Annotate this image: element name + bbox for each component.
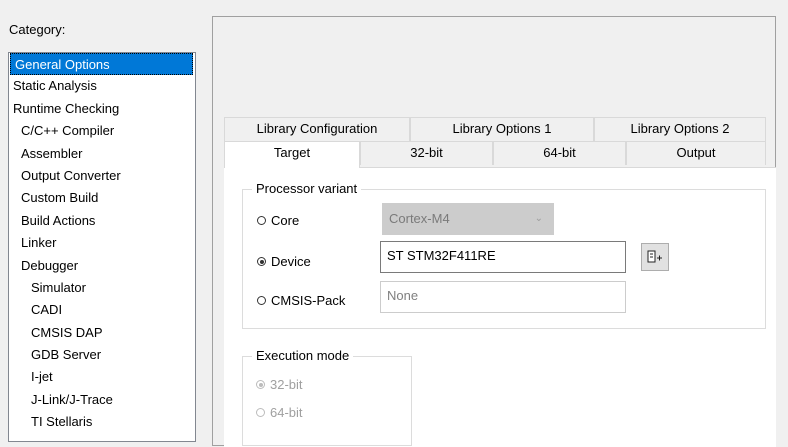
category-item-gdb-server[interactable]: GDB Server (9, 344, 195, 366)
execution-64-bit-label: 64-bit (270, 405, 303, 420)
device-select-icon (647, 250, 662, 263)
category-item-assembler[interactable]: Assembler (9, 143, 195, 165)
execution-mode-group (242, 356, 412, 446)
category-item-static-analysis[interactable]: Static Analysis (9, 75, 195, 97)
device-radio-label: Device (271, 254, 311, 269)
device-browse-button[interactable] (641, 243, 669, 271)
category-item-general-options[interactable]: General Options (10, 53, 193, 76)
execution-mode-title: Execution mode (252, 348, 354, 363)
core-radio[interactable]: Core (257, 213, 299, 228)
chevron-down-icon: ⌄ (534, 213, 543, 224)
category-item-jlink[interactable]: J-Link/J-Trace (9, 389, 195, 411)
device-field[interactable]: ST STM32F411RE (380, 241, 626, 273)
tab-library-options-1[interactable]: Library Options 1 (410, 117, 594, 141)
execution-64-bit-radio-button (256, 408, 265, 417)
category-item-cadi[interactable]: CADI (9, 299, 195, 321)
core-combobox: Cortex-M4 ⌄ (382, 203, 554, 235)
tab-library-options-2[interactable]: Library Options 2 (594, 117, 766, 141)
execution-32-bit-radio: 32-bit (256, 377, 303, 392)
core-combobox-value: Cortex-M4 (389, 211, 450, 226)
category-item-ti-stellaris[interactable]: TI Stellaris (9, 411, 195, 433)
cmsis-pack-field: None (380, 281, 626, 313)
execution-32-bit-radio-button (256, 380, 265, 389)
execution-64-bit-radio: 64-bit (256, 405, 303, 420)
tab-64-bit[interactable]: 64-bit (493, 141, 626, 165)
category-label: Category: (9, 22, 66, 37)
device-radio-button[interactable] (257, 257, 266, 266)
category-item-output-converter[interactable]: Output Converter (9, 165, 195, 187)
category-item-simulator[interactable]: Simulator (9, 277, 195, 299)
cmsis-pack-radio-button[interactable] (257, 296, 266, 305)
execution-32-bit-label: 32-bit (270, 377, 303, 392)
category-item-i-jet[interactable]: I-jet (9, 366, 195, 388)
tab-row-back: Library Configuration Library Options 1 … (224, 117, 766, 141)
category-item-compiler[interactable]: C/C++ Compiler (9, 120, 195, 142)
category-item-debugger[interactable]: Debugger (9, 255, 195, 277)
category-list[interactable]: General Options Static Analysis Runtime … (8, 52, 196, 442)
core-radio-button[interactable] (257, 216, 266, 225)
device-radio[interactable]: Device (257, 254, 311, 269)
processor-variant-title: Processor variant (252, 181, 362, 196)
tab-target[interactable]: Target (224, 141, 360, 168)
cmsis-pack-radio[interactable]: CMSIS-Pack (257, 293, 345, 308)
core-radio-label: Core (271, 213, 300, 228)
tab-output[interactable]: Output (626, 141, 766, 165)
category-item-custom-build[interactable]: Custom Build (9, 187, 195, 209)
tab-library-configuration[interactable]: Library Configuration (224, 117, 410, 141)
tab-32-bit[interactable]: 32-bit (360, 141, 493, 165)
category-item-cmsis-dap[interactable]: CMSIS DAP (9, 322, 195, 344)
cmsis-pack-radio-label: CMSIS-Pack (271, 293, 346, 308)
category-item-runtime-checking[interactable]: Runtime Checking (9, 98, 195, 120)
tab-row-front: Target 32-bit 64-bit Output (224, 141, 766, 168)
category-item-linker[interactable]: Linker (9, 232, 195, 254)
category-item-build-actions[interactable]: Build Actions (9, 210, 195, 232)
